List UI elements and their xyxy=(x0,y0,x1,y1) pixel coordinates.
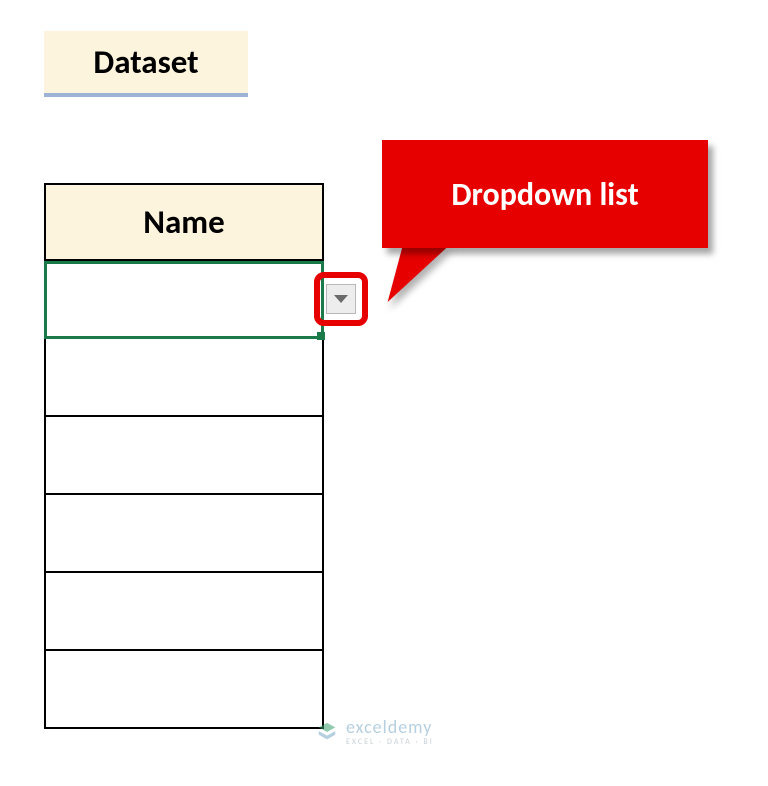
watermark: exceldemy EXCEL · DATA · BI xyxy=(316,718,434,746)
watermark-brand: exceldemy xyxy=(346,718,434,736)
dataset-title-text: Dataset xyxy=(93,42,198,82)
table-row[interactable] xyxy=(44,339,324,417)
dropdown-button[interactable] xyxy=(326,284,356,314)
chevron-down-icon xyxy=(334,295,348,303)
callout-label: Dropdown list xyxy=(451,175,638,214)
callout-tail xyxy=(388,247,448,302)
callout-highlight-box xyxy=(314,272,368,326)
watermark-tagline: EXCEL · DATA · BI xyxy=(346,738,434,746)
table-row[interactable] xyxy=(44,495,324,573)
table-header-cell: Name xyxy=(44,183,324,261)
name-table: Name xyxy=(44,183,324,729)
dataset-title-cell: Dataset xyxy=(44,31,248,97)
callout-box: Dropdown list xyxy=(382,140,708,248)
watermark-text: exceldemy EXCEL · DATA · BI xyxy=(346,718,434,746)
table-row[interactable] xyxy=(44,651,324,729)
table-header-text: Name xyxy=(143,202,225,242)
table-row[interactable] xyxy=(44,261,324,339)
table-row[interactable] xyxy=(44,573,324,651)
watermark-logo-icon xyxy=(316,721,338,743)
table-row[interactable] xyxy=(44,417,324,495)
